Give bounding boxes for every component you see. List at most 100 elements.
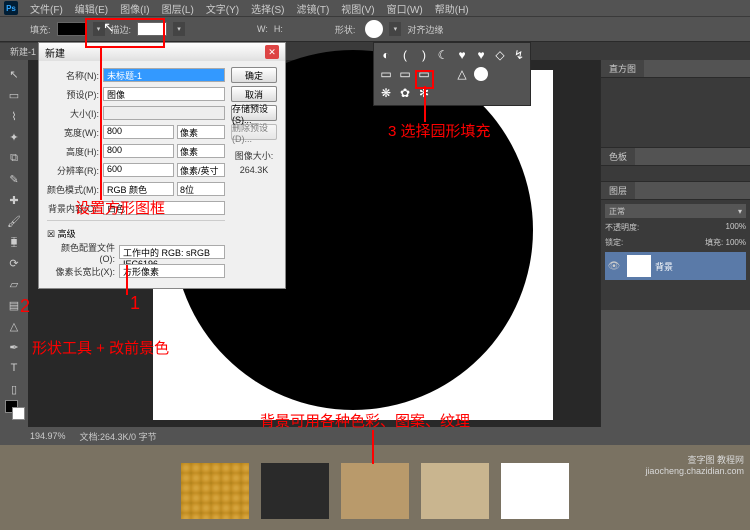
stroke-dropdown[interactable]: ▾ [173, 22, 185, 36]
name-input[interactable]: 未标题-1 [103, 68, 225, 82]
blur-tool[interactable]: △ [3, 316, 25, 336]
size-select[interactable] [103, 106, 225, 120]
close-icon[interactable]: ✕ [265, 45, 279, 59]
layer-name: 背景 [655, 260, 673, 273]
shape-option[interactable]: ( [396, 46, 414, 64]
shape-thumb[interactable] [365, 20, 383, 38]
menu-view[interactable]: 视图(V) [335, 0, 380, 18]
profile-select[interactable]: 工作中的 RGB: sRGB IEC6196... [119, 245, 225, 259]
stroke-swatch[interactable] [137, 22, 167, 36]
crop-tool[interactable]: ⧉ [3, 148, 25, 168]
shape-option[interactable] [510, 84, 528, 102]
menu-layer[interactable]: 图层(L) [156, 0, 200, 18]
menu-image[interactable]: 图像(I) [114, 0, 155, 18]
shape-option[interactable] [434, 65, 452, 83]
preset-select[interactable]: 图像 [103, 87, 225, 101]
shape-option[interactable] [453, 84, 471, 102]
histogram-tab[interactable]: 直方图 [601, 60, 644, 77]
preset-label: 预设(P): [47, 88, 103, 101]
stamp-tool[interactable]: ⧯ [3, 232, 25, 252]
fill-swatch[interactable] [57, 22, 87, 36]
shape-option[interactable]: ↯ [510, 46, 528, 64]
name-label: 名称(N): [47, 69, 103, 82]
cancel-button[interactable]: 取消 [231, 86, 277, 102]
width-label: 宽度(W): [47, 126, 103, 139]
gradient-tool[interactable]: ▤ [3, 295, 25, 315]
shape-option[interactable] [510, 65, 528, 83]
background-color[interactable] [12, 407, 25, 420]
ps-icon: Ps [4, 1, 18, 15]
brush-tool[interactable]: 🖌 [3, 211, 25, 231]
menu-select[interactable]: 选择(S) [245, 0, 290, 18]
color-picker[interactable] [3, 400, 25, 426]
menu-filter[interactable]: 滤镜(T) [291, 0, 336, 18]
type-tool[interactable]: T [3, 358, 25, 378]
layer-thumb [627, 255, 651, 277]
menu-bar: Ps 文件(F) 编辑(E) 图像(I) 图层(L) 文字(Y) 选择(S) 滤… [0, 0, 750, 16]
width-unit[interactable]: 像素 [177, 125, 225, 139]
menu-edit[interactable]: 编辑(E) [69, 0, 114, 18]
mode-bits[interactable]: 8位 [177, 182, 225, 196]
layer-background[interactable]: 👁 背景 [605, 252, 746, 280]
shape-option[interactable] [472, 65, 490, 83]
eraser-tool[interactable]: ▱ [3, 274, 25, 294]
height-label: 高度(H): [47, 145, 103, 158]
shape-option[interactable]: ) [415, 46, 433, 64]
shape-option[interactable]: ◐ [377, 46, 395, 64]
shape-option[interactable]: ✿ [396, 84, 414, 102]
menu-type[interactable]: 文字(Y) [200, 0, 245, 18]
eyedrop-tool[interactable]: ✎ [3, 169, 25, 189]
visibility-icon[interactable]: 👁 [605, 261, 623, 272]
height-unit[interactable]: 像素 [177, 144, 225, 158]
shape-option[interactable]: ✻ [415, 84, 433, 102]
bg-label: 背景内容(C): [47, 202, 103, 215]
zoom-level[interactable]: 194.97% [30, 431, 66, 441]
shape-option[interactable]: ❋ [377, 84, 395, 102]
shape-option[interactable] [491, 84, 509, 102]
ok-button[interactable]: 确定 [231, 67, 277, 83]
shape-option[interactable]: ◇ [491, 46, 509, 64]
menu-help[interactable]: 帮助(H) [429, 0, 475, 18]
shape-option[interactable] [472, 84, 490, 102]
shape-tool[interactable]: ▯ [3, 379, 25, 399]
shape-option[interactable]: ♥ [472, 46, 490, 64]
filesize-value: 264.3K [231, 165, 277, 175]
shape-option[interactable]: ☾ [434, 46, 452, 64]
h-label: H: [274, 24, 283, 34]
width-input[interactable]: 800 [103, 125, 174, 139]
shape-option[interactable]: ♥ [453, 46, 471, 64]
shape-option[interactable]: ▭ [377, 65, 395, 83]
wand-tool[interactable]: ✦ [3, 127, 25, 147]
bg-select[interactable]: 白色 [103, 201, 225, 215]
shape-option[interactable]: △ [453, 65, 471, 83]
history-tool[interactable]: ⟳ [3, 253, 25, 273]
menu-window[interactable]: 窗口(W) [381, 0, 429, 18]
shape-option[interactable]: ▭ [396, 65, 414, 83]
blend-mode[interactable]: 正常▾ [605, 204, 746, 218]
options-bar: ↖ 填充: ▾ 描边: ▾ W: H: 形状: ▾ 对齐边缘 [0, 16, 750, 42]
menu-file[interactable]: 文件(F) [24, 0, 69, 18]
histogram-panel [601, 78, 750, 148]
shape-option[interactable] [434, 84, 452, 102]
shape-option[interactable]: ▭ [415, 65, 433, 83]
opacity-value[interactable]: 100% [726, 222, 746, 233]
marquee-tool[interactable]: ▭ [3, 85, 25, 105]
heal-tool[interactable]: ✚ [3, 190, 25, 210]
layers-tab[interactable]: 图层 [601, 182, 635, 199]
height-input[interactable]: 800 [103, 144, 174, 158]
move-tool[interactable]: ↖ [3, 64, 25, 84]
res-input[interactable]: 600 [103, 163, 174, 177]
aspect-select[interactable]: 方形像素 [119, 264, 225, 278]
shape-dropdown[interactable]: ▾ [389, 22, 401, 36]
save-preset-button[interactable]: 存储预设(S)... [231, 105, 277, 121]
shape-option[interactable] [491, 65, 509, 83]
lasso-tool[interactable]: ⌇ [3, 106, 25, 126]
res-unit[interactable]: 像素/英寸 [177, 163, 225, 177]
status-bar: 194.97% 文档:264.3K/0 字节 [0, 427, 750, 445]
dialog-titlebar[interactable]: 新建 ✕ [39, 43, 285, 61]
swatches-tab[interactable]: 色板 [601, 148, 635, 165]
shape-picker[interactable]: ◐()☾♥♥◇↯▭▭▭△❋✿✻ [373, 42, 531, 106]
pen-tool[interactable]: ✒ [3, 337, 25, 357]
mode-select[interactable]: RGB 颜色 [103, 182, 174, 196]
fill-value[interactable]: 100% [726, 238, 746, 247]
